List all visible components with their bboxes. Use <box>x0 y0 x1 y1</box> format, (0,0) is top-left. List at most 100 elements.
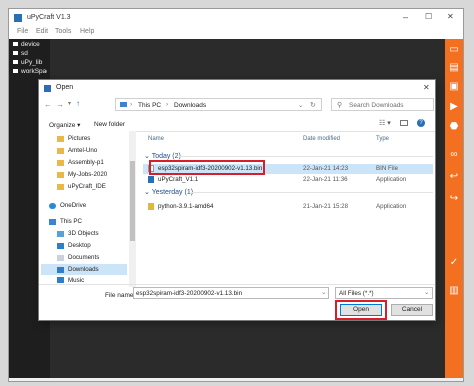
close-button[interactable]: ✕ <box>447 12 454 21</box>
search-placeholder: Search Downloads <box>349 101 404 109</box>
minimize-button[interactable]: – <box>403 12 408 22</box>
file-row[interactable]: uPyCraft_V1.1 22-Jan-21 11:36 Applicatio… <box>143 175 433 185</box>
folder-icon <box>57 171 64 178</box>
file-date: 22-Jan-21 11:36 <box>303 176 348 183</box>
divider <box>39 284 435 285</box>
file-name-dropdown-icon[interactable]: ⌄ <box>321 288 326 296</box>
search-box[interactable]: ⚲ Search Downloads <box>331 98 434 111</box>
tree-item-device[interactable]: device <box>13 41 40 50</box>
syntax-check-icon[interactable]: ✓ <box>447 255 461 269</box>
open-dialog: Open ✕ ← → ▾ ↑ › This PC › Downloads ⌄ ↻… <box>38 79 436 321</box>
download-and-run-icon[interactable]: ▶ <box>447 99 461 113</box>
dialog-app-icon <box>44 85 51 92</box>
undo-icon[interactable]: ↩ <box>447 169 461 183</box>
python-icon <box>148 203 154 210</box>
nav-item-assembly[interactable]: Assembly-p1 <box>57 157 127 168</box>
menu-file[interactable]: File <box>17 28 28 35</box>
folder-icon <box>57 135 64 142</box>
nav-scrollbar[interactable] <box>129 131 136 287</box>
tree-item-upy-lib[interactable]: uPy_lib <box>13 59 42 68</box>
column-name[interactable]: Name <box>148 136 164 142</box>
dialog-title: Open <box>56 84 74 91</box>
window-title: uPyCraft V1.3 <box>27 14 71 21</box>
cancel-button[interactable]: Cancel <box>391 304 433 316</box>
breadcrumb-separator: › <box>130 101 133 108</box>
menu-help[interactable]: Help <box>80 28 94 35</box>
app-logo-icon <box>14 14 22 22</box>
breadcrumb-downloads[interactable]: Downloads <box>174 102 206 109</box>
file-row[interactable]: python-3.9.1-amd64 21-Jan-21 15:28 Appli… <box>143 202 433 212</box>
menu-tools[interactable]: Tools <box>55 28 71 35</box>
preview-pane-icon[interactable] <box>400 120 408 126</box>
download-icon <box>57 266 64 273</box>
forward-icon[interactable]: → <box>56 100 64 109</box>
nav-item-desktop[interactable]: Desktop <box>57 240 127 251</box>
maximize-button[interactable]: ☐ <box>425 12 432 21</box>
column-headers: Name Date modified Type <box>143 133 435 145</box>
stop-icon[interactable]: ⬣ <box>447 119 461 133</box>
file-date: 22-Jan-21 14:23 <box>303 165 349 172</box>
nav-item-amtel-uno[interactable]: Amtel-Uno <box>57 145 127 156</box>
group-header-today[interactable]: ⌄ Today (2) <box>144 152 181 160</box>
file-type-select[interactable]: All Files (*.*) <box>335 287 433 299</box>
nav-item-upycraft-ide[interactable]: uPyCraft_IDE <box>57 181 127 192</box>
save-icon[interactable]: ▣ <box>447 79 461 93</box>
breadcrumb-separator: › <box>166 101 169 108</box>
chevron-down-icon: ⌄ <box>144 189 152 196</box>
folder-icon <box>57 147 64 154</box>
nav-item-onedrive[interactable]: OneDrive <box>49 200 127 211</box>
dialog-close-button[interactable]: ✕ <box>423 83 430 92</box>
title-bar: uPyCraft V1.3 – ☐ ✕ <box>9 9 463 27</box>
group-header-yesterday[interactable]: ⌄ Yesterday (1) <box>144 188 193 196</box>
address-bar[interactable]: › This PC › Downloads ⌄ ↻ <box>115 98 322 111</box>
navigation-pane: Pictures Amtel-Uno Assembly-p1 My-Jobs-2… <box>39 131 129 287</box>
toolbar-vertical: ▭ ▤ ▣ ▶ ⬣ ∞ ↩ ↪ ✓ ▥ <box>445 39 463 378</box>
folder-icon <box>57 183 64 190</box>
nav-item-pictures[interactable]: Pictures <box>57 133 127 144</box>
tree-item-workspace[interactable]: workSpace <box>13 68 47 77</box>
menu-edit[interactable]: Edit <box>36 28 48 35</box>
file-name-input[interactable]: esp32spiram-idf3-20200902-v1.13.bin <box>133 287 329 299</box>
clear-icon[interactable]: ▥ <box>447 283 461 297</box>
file-type-dropdown-icon[interactable]: ⌄ <box>424 288 429 296</box>
document-icon <box>57 254 64 261</box>
nav-item-3d-objects[interactable]: 3D Objects <box>57 228 127 239</box>
nav-item-documents[interactable]: Documents <box>57 252 127 263</box>
nav-item-this-pc[interactable]: This PC <box>49 216 127 227</box>
breadcrumb-this-pc[interactable]: This PC <box>138 102 161 109</box>
file-date: 21-Jan-21 15:28 <box>303 203 349 210</box>
new-file-icon[interactable]: ▭ <box>447 42 461 56</box>
new-folder-button[interactable]: New folder <box>94 121 125 128</box>
refresh-icon[interactable]: ↻ <box>310 101 316 109</box>
folder-icon <box>57 159 64 166</box>
back-icon[interactable]: ← <box>44 100 52 109</box>
menu-bar: File Edit Tools Help <box>9 27 463 39</box>
nav-item-music[interactable]: Music <box>57 276 127 284</box>
nav-item-downloads[interactable]: Downloads <box>41 264 127 275</box>
nav-item-my-jobs[interactable]: My-Jobs-2020 <box>57 169 127 180</box>
desktop-icon <box>57 242 64 249</box>
group-divider <box>191 192 433 193</box>
file-name-label: File name: <box>105 292 136 299</box>
open-button-highlight <box>335 300 387 320</box>
file-type: Application <box>376 203 407 210</box>
pc-icon <box>120 102 127 107</box>
help-icon[interactable]: ? <box>417 119 425 127</box>
organize-button[interactable]: Organize ▾ <box>49 121 80 129</box>
file-name: uPyCraft_V1.1 <box>158 176 199 183</box>
connect-icon[interactable]: ∞ <box>447 147 461 161</box>
address-dropdown-icon[interactable]: ⌄ <box>298 101 303 109</box>
chevron-down-icon: ⌄ <box>144 153 152 160</box>
open-folder-icon[interactable]: ▤ <box>447 60 461 74</box>
history-chevron-icon[interactable]: ▾ <box>68 100 71 107</box>
folder-icon <box>13 69 18 74</box>
cube-icon <box>57 230 64 237</box>
tree-item-sd[interactable]: sd <box>13 50 28 59</box>
nav-scrollbar-thumb[interactable] <box>130 161 135 241</box>
selected-file-highlight <box>149 160 265 175</box>
up-icon[interactable]: ↑ <box>76 99 80 108</box>
column-date[interactable]: Date modified <box>303 136 340 142</box>
column-type[interactable]: Type <box>376 136 389 142</box>
redo-icon[interactable]: ↪ <box>447 191 461 205</box>
view-options-icon[interactable]: ☷ ▾ <box>379 119 391 127</box>
